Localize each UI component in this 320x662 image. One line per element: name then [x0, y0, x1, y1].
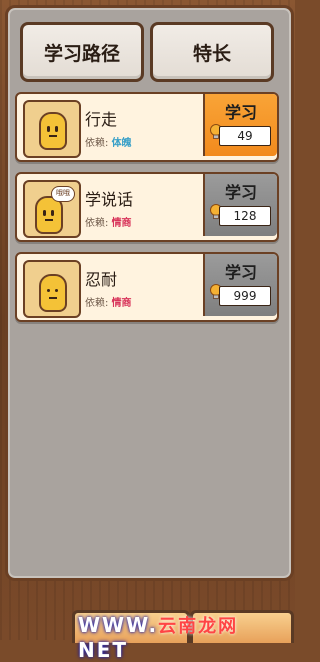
skill-card-talk: 哦哦 学说话 依赖: 情商 学习 128: [15, 172, 279, 242]
learn-button[interactable]: 学习 128: [203, 174, 277, 236]
learn-button[interactable]: 学习 999: [203, 254, 277, 316]
character-avatar: [23, 100, 81, 158]
learn-label: 学习: [224, 263, 257, 282]
learn-label: 学习: [224, 103, 257, 122]
skill-name: 学说话: [85, 190, 134, 209]
skill-dependency: 依赖: 体魄: [85, 138, 132, 149]
cost-value: 128: [219, 206, 271, 226]
tab-learning-path[interactable]: 学习路径: [20, 22, 144, 82]
skill-name: 忍耐: [85, 270, 118, 289]
learn-button[interactable]: 学习 49: [203, 94, 277, 156]
speech-bubble-icon: 哦哦: [51, 186, 75, 202]
character-icon: [39, 274, 67, 312]
learn-label: 学习: [224, 183, 257, 202]
dependency-value: 情商: [111, 298, 132, 309]
cost-value: 49: [219, 126, 271, 146]
skill-dependency: 依赖: 情商: [85, 298, 132, 309]
character-avatar: 哦哦: [23, 180, 81, 238]
dependency-value: 情商: [111, 218, 132, 229]
watermark: WWW.云南龙网NET: [78, 613, 239, 662]
character-avatar: [23, 260, 81, 318]
skill-card-walk: 行走 依赖: 体魄 学习 49: [15, 92, 279, 162]
skill-name: 行走: [85, 110, 118, 129]
skill-card-endure: 忍耐 依赖: 情商 学习 999: [15, 252, 279, 322]
character-icon: [39, 112, 67, 150]
skill-dependency: 依赖: 情商: [85, 218, 132, 229]
tab-specialty[interactable]: 特长: [150, 22, 274, 82]
cost-value: 999: [219, 286, 271, 306]
dependency-value: 体魄: [111, 138, 132, 149]
